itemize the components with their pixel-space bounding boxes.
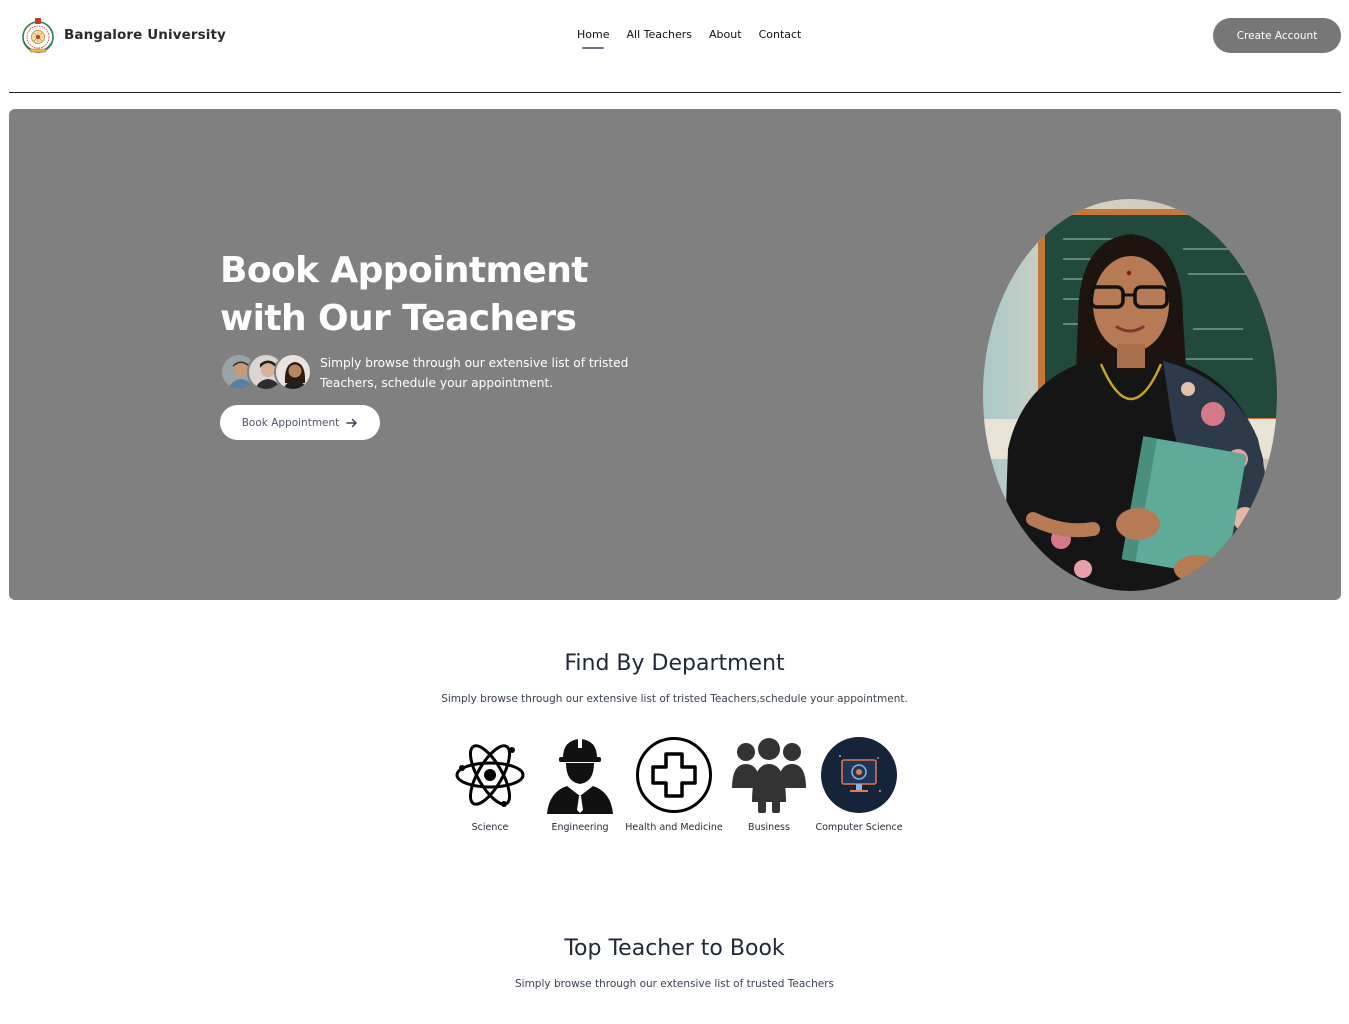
department-label: Engineering — [551, 822, 609, 833]
hero-banner: Book Appointment with Our Teachers Simpl… — [9, 109, 1341, 600]
create-account-button[interactable]: Create Account — [1213, 18, 1341, 53]
hero-title: Book Appointment with Our Teachers — [220, 247, 640, 343]
hero-description: Simply browse through our extensive list… — [320, 356, 629, 390]
brand-name: Bangalore University — [64, 27, 226, 43]
nav-about[interactable]: About — [709, 28, 742, 47]
department-label: Business — [748, 822, 790, 833]
book-appointment-label: Book Appointment — [241, 416, 340, 429]
teacher-avatars — [220, 353, 312, 391]
people-group-icon — [730, 736, 808, 814]
department-computer-science[interactable]: Computer Science — [815, 736, 903, 833]
department-section-title: Find By Department — [564, 651, 785, 676]
department-label: Health and Medicine — [625, 822, 723, 833]
department-list: Science Engineering Health and Medicine — [450, 736, 906, 836]
site-header: Bangalore University Home All Teachers A… — [0, 0, 1349, 93]
main-nav: Home All Teachers About Contact — [577, 28, 802, 49]
computer-monitor-icon — [820, 736, 898, 814]
top-teachers-title: Top Teacher to Book — [564, 936, 785, 961]
medical-cross-icon — [635, 736, 713, 814]
department-science[interactable]: Science — [451, 736, 529, 833]
engineer-icon — [541, 736, 619, 814]
university-logo-icon — [22, 18, 54, 53]
department-business[interactable]: Business — [730, 736, 808, 833]
header-divider — [9, 92, 1341, 93]
brand[interactable]: Bangalore University — [20, 16, 226, 54]
nav-contact[interactable]: Contact — [759, 28, 802, 47]
hero-title-line1: Book Appointment — [220, 250, 588, 291]
department-label: Science — [471, 822, 509, 833]
avatar — [274, 353, 312, 391]
department-label: Computer Science — [815, 822, 903, 833]
hero-title-line2: with Our Teachers — [220, 298, 577, 339]
department-section-subtitle: Simply browse through our extensive list… — [441, 693, 908, 705]
department-health-medicine[interactable]: Health and Medicine — [625, 736, 723, 833]
book-appointment-button[interactable]: Book Appointment — [220, 405, 380, 440]
arrow-right-icon — [346, 418, 358, 427]
department-engineering[interactable]: Engineering — [541, 736, 619, 833]
atom-icon — [451, 736, 529, 814]
nav-all-teachers[interactable]: All Teachers — [626, 28, 692, 47]
nav-home[interactable]: Home — [577, 28, 609, 49]
teacher-photo — [983, 199, 1277, 591]
top-teachers-subtitle: Simply browse through our extensive list… — [515, 978, 834, 990]
